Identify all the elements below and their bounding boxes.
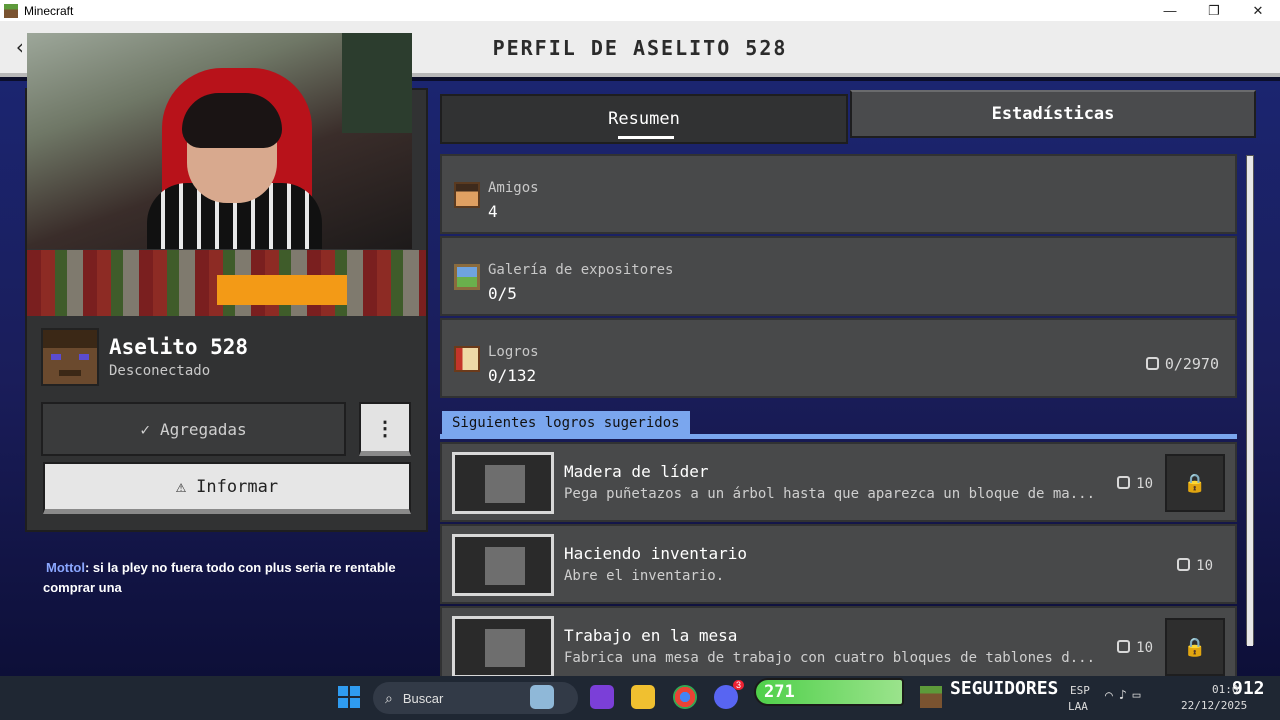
friends-icon	[454, 182, 480, 208]
clock-date[interactable]: 22/12/2025	[1181, 699, 1247, 712]
achievement-thumbnail	[452, 534, 554, 596]
window-titlebar: Minecraft — ❐ ✕	[0, 0, 1280, 21]
tab-resumen-label: Resumen	[608, 109, 680, 129]
content-scrollbar[interactable]	[1246, 155, 1254, 646]
achievement-title: Trabajo en la mesa	[564, 626, 738, 645]
achievement-description: Pega puñetazos a un árbol hasta que apar…	[564, 486, 1096, 502]
maximize-button[interactable]: ❐	[1192, 3, 1236, 19]
close-button[interactable]: ✕	[1236, 3, 1280, 19]
gamerscore-icon	[1145, 357, 1159, 370]
discord-badge: 3	[732, 680, 744, 690]
gallery-icon	[454, 264, 480, 290]
scrollbar-thumb[interactable]	[1247, 156, 1253, 646]
achievement-points: 10	[1177, 558, 1213, 574]
stat-label: Galería de expositores	[488, 262, 674, 278]
search-placeholder: Buscar	[402, 690, 444, 706]
stat-card-friends[interactable]: Amigos 4	[440, 154, 1237, 234]
added-label: Agregadas	[159, 419, 247, 439]
stat-value: 4	[488, 202, 498, 221]
chat-username: Mottol	[46, 560, 85, 575]
wifi-volume-battery-icons[interactable]: ⌒♪▭	[1105, 688, 1146, 703]
added-friend-button[interactable]: ✓ Agregadas	[41, 402, 346, 456]
more-options-button[interactable]: ⋮	[359, 402, 411, 456]
windows-start-icon[interactable]	[338, 686, 360, 708]
file-explorer-icon[interactable]	[631, 685, 655, 709]
gamerscore-icon	[1117, 476, 1131, 489]
grass-block-icon	[920, 686, 942, 708]
lock-icon: 🔒	[1165, 454, 1225, 512]
achievement-description: Fabrica una mesa de trabajo con cuatro b…	[564, 650, 1096, 666]
achievement-description: Abre el inventario.	[564, 568, 725, 584]
stat-card-achievements[interactable]: Logros 0/132 0/2970	[440, 318, 1237, 398]
achievement-item[interactable]: Haciendo inventario Abre el inventario. …	[440, 524, 1237, 604]
clock-time[interactable]: 01:0	[1212, 683, 1239, 696]
stat-label: Logros	[488, 344, 539, 360]
stat-value: 0/5	[488, 284, 517, 303]
suggested-label: Siguientes logros sugeridos	[442, 411, 690, 435]
warning-icon: ⚠	[175, 476, 187, 497]
profile-tabs: Resumen Estadísticas	[440, 90, 1256, 144]
more-vertical-icon: ⋮	[375, 415, 395, 440]
avatar	[41, 328, 99, 386]
player-status: Desconectado	[109, 363, 211, 379]
suggested-achievements-header: Siguientes logros sugeridos	[440, 411, 1237, 439]
language-indicator[interactable]: ESP	[1070, 684, 1090, 697]
keyboard-layout[interactable]: LAA	[1068, 700, 1088, 713]
search-icon: ⌕	[385, 689, 393, 706]
achievements-book-icon	[454, 346, 480, 372]
achievement-title: Madera de líder	[564, 462, 709, 481]
lava-block	[217, 275, 347, 305]
chrome-icon[interactable]	[673, 685, 697, 709]
stat-value: 0/132	[488, 366, 537, 385]
tab-estadisticas-label: Estadísticas	[991, 104, 1115, 124]
followers-label: SEGUIDORES	[950, 678, 1059, 699]
summary-content: Amigos 4 Galería de expositores 0/5 Logr…	[440, 152, 1240, 676]
achievement-points: 10	[1117, 640, 1153, 656]
system-tray: ESP LAA ⌒♪▭ 01:0 22/12/2025	[1065, 676, 1247, 720]
active-tab-indicator	[618, 136, 674, 139]
report-label: Informar	[196, 476, 279, 497]
tab-resumen[interactable]: Resumen	[440, 94, 848, 144]
stream-chat-message: Mottol: si la pley no fuera todo con plu…	[43, 558, 403, 598]
gamerscore-value: 0/2970	[1164, 355, 1219, 373]
lock-icon: 🔒	[1165, 618, 1225, 676]
chat-text: : si la pley no fuera todo con plus seri…	[43, 560, 396, 595]
window-title: Minecraft	[24, 3, 74, 18]
stat-card-gallery[interactable]: Galería de expositores 0/5	[440, 236, 1237, 316]
discord-icon[interactable]: 3	[714, 680, 744, 709]
minimize-button[interactable]: —	[1148, 3, 1192, 19]
achievement-thumbnail	[452, 452, 554, 514]
achievement-title: Haciendo inventario	[564, 544, 748, 563]
window-controls: — ❐ ✕	[1148, 3, 1280, 19]
gamerscore-icon	[1117, 640, 1131, 653]
minecraft-app-icon	[4, 3, 18, 18]
profile-identity: Aselito 528 Desconectado	[41, 328, 248, 386]
gamerscore: 0/2970	[1145, 355, 1219, 373]
stat-label: Amigos	[488, 180, 539, 196]
player-name: Aselito 528	[109, 335, 249, 359]
twitch-studio-icon[interactable]	[590, 685, 614, 709]
achievement-item[interactable]: Trabajo en la mesa Fabrica una mesa de t…	[440, 606, 1237, 676]
webcam-overlay	[27, 33, 412, 249]
tab-estadisticas[interactable]: Estadísticas	[850, 90, 1256, 138]
widgets-icon[interactable]	[530, 685, 554, 709]
report-button[interactable]: ⚠ Informar	[43, 462, 411, 514]
achievement-item[interactable]: Madera de líder Pega puñetazos a un árbo…	[440, 442, 1237, 522]
checkmark-icon: ✓	[140, 419, 150, 439]
achievement-points: 10	[1117, 476, 1153, 492]
gamerscore-icon	[1177, 558, 1191, 571]
follower-count: 271	[754, 678, 904, 706]
achievement-thumbnail	[452, 616, 554, 676]
